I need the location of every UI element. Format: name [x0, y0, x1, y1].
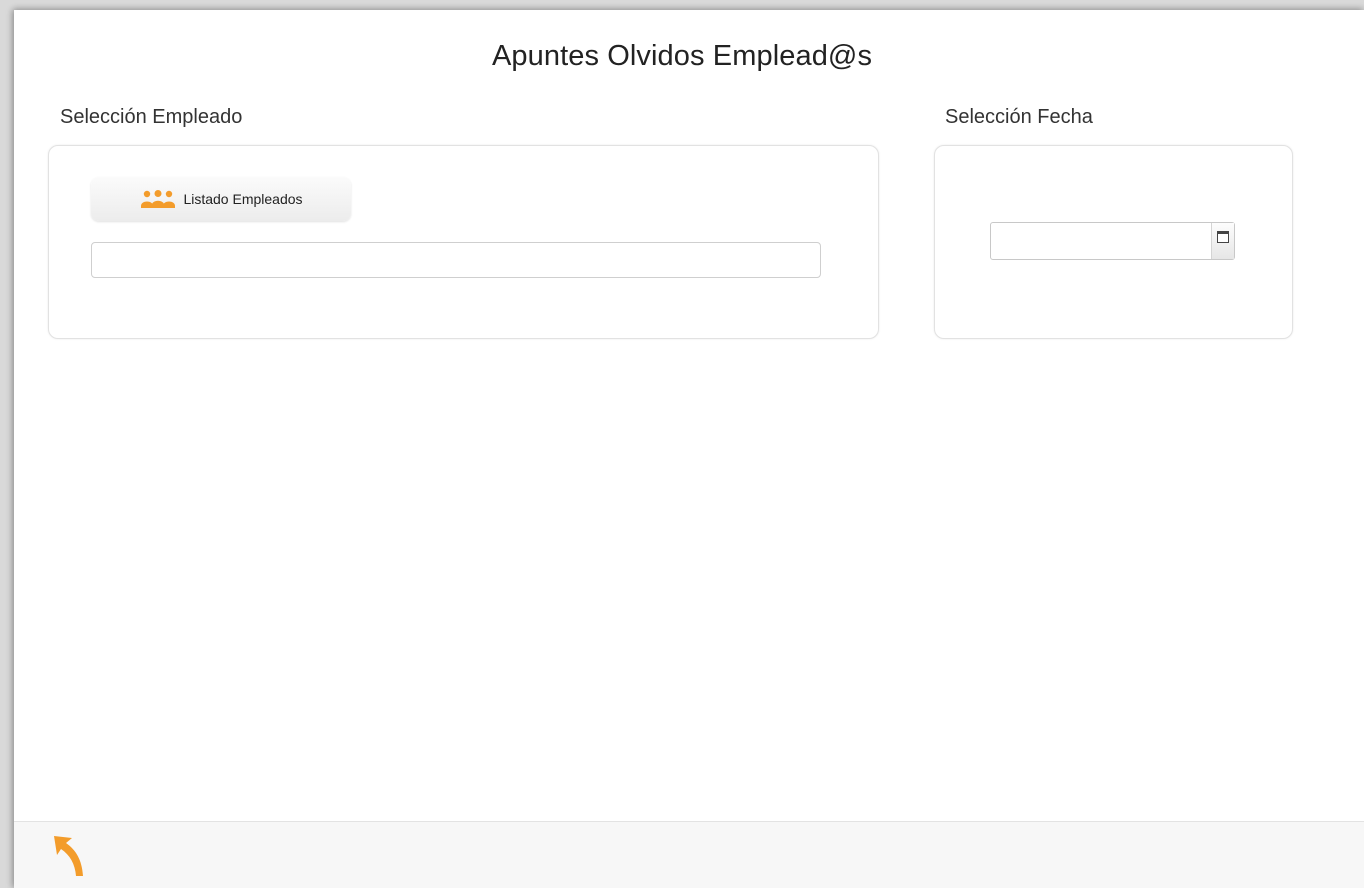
date-picker: [990, 222, 1235, 260]
employee-selection-panel: Listado Empleados: [48, 145, 879, 339]
page-title: Apuntes Olvidos Emplead@s: [491, 40, 873, 72]
employee-field[interactable]: [91, 242, 821, 278]
employee-section-label: Selección Empleado: [60, 106, 243, 128]
date-selection-panel: [934, 145, 1293, 339]
calendar-icon[interactable]: [1211, 223, 1234, 259]
app-window: Apuntes Olvidos Emplead@s Selección Empl…: [14, 10, 1364, 888]
date-field[interactable]: [991, 223, 1211, 259]
employee-list-button-label: Listado Empleados: [183, 191, 303, 207]
date-section-label: Selección Fecha: [945, 106, 1093, 128]
footer-bar: [14, 821, 1364, 888]
employee-list-button[interactable]: Listado Empleados: [91, 177, 351, 221]
people-icon: [139, 189, 177, 209]
back-arrow-icon[interactable]: [50, 830, 90, 882]
